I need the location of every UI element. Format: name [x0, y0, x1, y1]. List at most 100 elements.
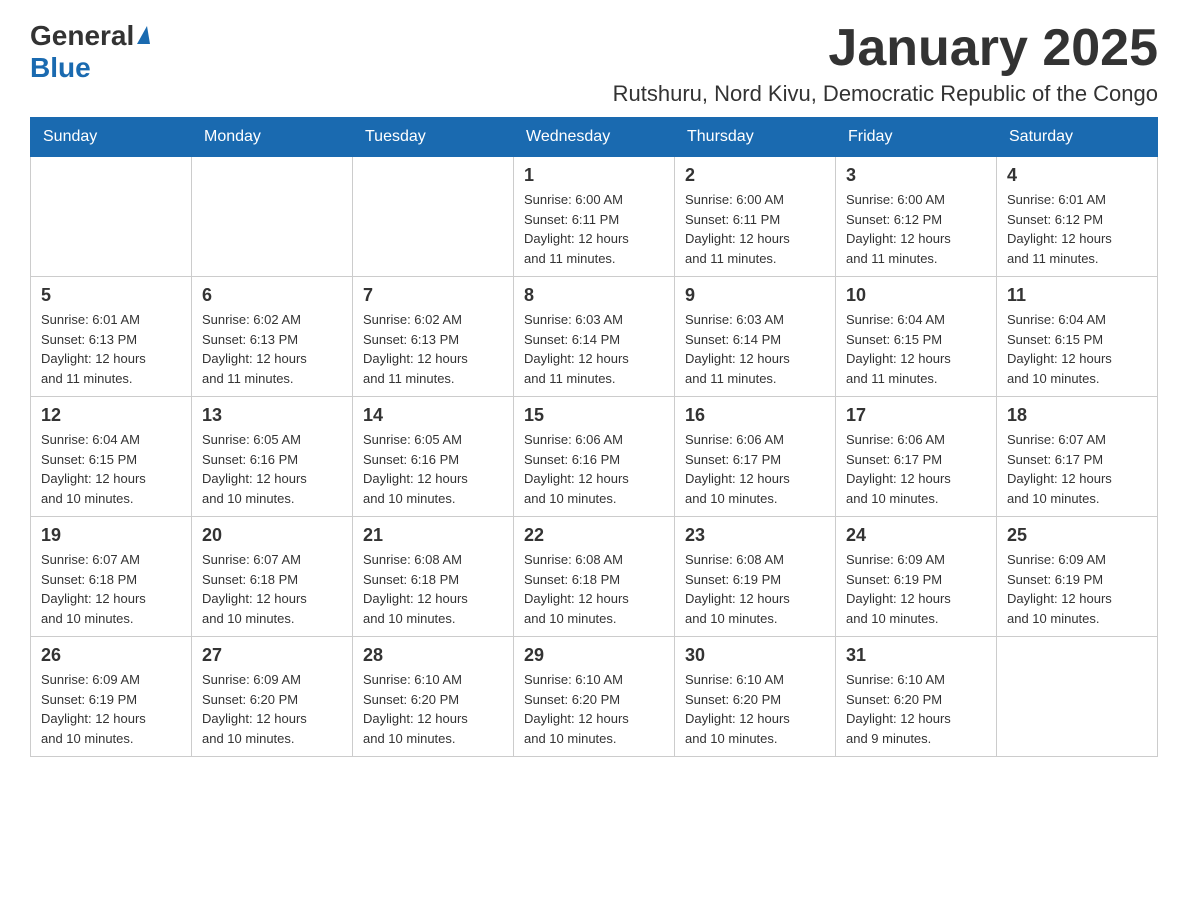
calendar-cell: [997, 637, 1158, 757]
day-info: Sunrise: 6:09 AM Sunset: 6:19 PM Dayligh…: [1007, 550, 1147, 628]
calendar-cell: 16 Sunrise: 6:06 AM Sunset: 6:17 PM Dayli…: [675, 397, 836, 517]
day-info: Sunrise: 6:08 AM Sunset: 6:19 PM Dayligh…: [685, 550, 825, 628]
calendar-cell: 29 Sunrise: 6:10 AM Sunset: 6:20 PM Dayli…: [514, 637, 675, 757]
day-number: 16: [685, 405, 825, 426]
calendar-cell: 20Sunrise: 6:07 AM Sunset: 6:18 PM Dayli…: [192, 517, 353, 637]
calendar-cell: 12 Sunrise: 6:04 AM Sunset: 6:15 PM Dayli…: [31, 397, 192, 517]
day-info: Sunrise: 6:00 AM Sunset: 6:11 PM Dayligh…: [524, 190, 664, 268]
day-number: 3: [846, 165, 986, 186]
day-info: Sunrise: 6:04 AM Sunset: 6:15 PM Dayligh…: [1007, 310, 1147, 388]
calendar-week-row: 12 Sunrise: 6:04 AM Sunset: 6:15 PM Dayli…: [31, 397, 1158, 517]
logo: General Blue: [30, 20, 150, 84]
calendar-cell: 3 Sunrise: 6:00 AM Sunset: 6:12 PM Daylig…: [836, 157, 997, 277]
weekday-header-saturday: Saturday: [997, 118, 1158, 157]
calendar-week-row: 26Sunrise: 6:09 AM Sunset: 6:19 PM Dayli…: [31, 637, 1158, 757]
day-info: Sunrise: 6:02 AM Sunset: 6:13 PM Dayligh…: [363, 310, 503, 388]
day-info: Sunrise: 6:09 AM Sunset: 6:19 PM Dayligh…: [41, 670, 181, 748]
calendar-cell: 15 Sunrise: 6:06 AM Sunset: 6:16 PM Dayli…: [514, 397, 675, 517]
day-number: 2: [685, 165, 825, 186]
day-number: 24: [846, 525, 986, 546]
day-number: 5: [41, 285, 181, 306]
calendar-cell: 24Sunrise: 6:09 AM Sunset: 6:19 PM Dayli…: [836, 517, 997, 637]
calendar-cell: 25Sunrise: 6:09 AM Sunset: 6:19 PM Dayli…: [997, 517, 1158, 637]
day-info: Sunrise: 6:05 AM Sunset: 6:16 PM Dayligh…: [363, 430, 503, 508]
day-info: Sunrise: 6:04 AM Sunset: 6:15 PM Dayligh…: [41, 430, 181, 508]
calendar-cell: 30 Sunrise: 6:10 AM Sunset: 6:20 PM Dayli…: [675, 637, 836, 757]
calendar-cell: 9 Sunrise: 6:03 AM Sunset: 6:14 PM Daylig…: [675, 277, 836, 397]
calendar-week-row: 1Sunrise: 6:00 AM Sunset: 6:11 PM Daylig…: [31, 157, 1158, 277]
calendar-cell: [353, 157, 514, 277]
calendar-cell: 1Sunrise: 6:00 AM Sunset: 6:11 PM Daylig…: [514, 157, 675, 277]
day-info: Sunrise: 6:00 AM Sunset: 6:12 PM Dayligh…: [846, 190, 986, 268]
logo-triangle-icon: [137, 26, 150, 44]
day-number: 6: [202, 285, 342, 306]
calendar-cell: [192, 157, 353, 277]
day-number: 18: [1007, 405, 1147, 426]
day-info: Sunrise: 6:06 AM Sunset: 6:17 PM Dayligh…: [846, 430, 986, 508]
logo-icon-container: [134, 26, 150, 46]
calendar-cell: 7 Sunrise: 6:02 AM Sunset: 6:13 PM Daylig…: [353, 277, 514, 397]
day-number: 27: [202, 645, 342, 666]
day-info: Sunrise: 6:10 AM Sunset: 6:20 PM Dayligh…: [524, 670, 664, 748]
day-info: Sunrise: 6:10 AM Sunset: 6:20 PM Dayligh…: [846, 670, 986, 748]
day-info: Sunrise: 6:05 AM Sunset: 6:16 PM Dayligh…: [202, 430, 342, 508]
day-info: Sunrise: 6:03 AM Sunset: 6:14 PM Dayligh…: [685, 310, 825, 388]
day-info: Sunrise: 6:02 AM Sunset: 6:13 PM Dayligh…: [202, 310, 342, 388]
calendar-cell: 2Sunrise: 6:00 AM Sunset: 6:11 PM Daylig…: [675, 157, 836, 277]
day-info: Sunrise: 6:09 AM Sunset: 6:20 PM Dayligh…: [202, 670, 342, 748]
day-number: 12: [41, 405, 181, 426]
day-number: 11: [1007, 285, 1147, 306]
day-number: 15: [524, 405, 664, 426]
calendar-table: SundayMondayTuesdayWednesdayThursdayFrid…: [30, 117, 1158, 757]
location-title: Rutshuru, Nord Kivu, Democratic Republic…: [613, 81, 1158, 107]
weekday-header-sunday: Sunday: [31, 118, 192, 157]
calendar-cell: 13 Sunrise: 6:05 AM Sunset: 6:16 PM Dayli…: [192, 397, 353, 517]
calendar-cell: 19Sunrise: 6:07 AM Sunset: 6:18 PM Dayli…: [31, 517, 192, 637]
day-info: Sunrise: 6:03 AM Sunset: 6:14 PM Dayligh…: [524, 310, 664, 388]
title-area: January 2025 Rutshuru, Nord Kivu, Democr…: [613, 20, 1158, 107]
day-number: 8: [524, 285, 664, 306]
day-number: 10: [846, 285, 986, 306]
calendar-cell: 28Sunrise: 6:10 AM Sunset: 6:20 PM Dayli…: [353, 637, 514, 757]
day-number: 22: [524, 525, 664, 546]
day-number: 14: [363, 405, 503, 426]
day-info: Sunrise: 6:06 AM Sunset: 6:17 PM Dayligh…: [685, 430, 825, 508]
calendar-cell: 5Sunrise: 6:01 AM Sunset: 6:13 PM Daylig…: [31, 277, 192, 397]
calendar-week-row: 5Sunrise: 6:01 AM Sunset: 6:13 PM Daylig…: [31, 277, 1158, 397]
calendar-cell: 10 Sunrise: 6:04 AM Sunset: 6:15 PM Dayli…: [836, 277, 997, 397]
day-number: 28: [363, 645, 503, 666]
calendar-cell: 31 Sunrise: 6:10 AM Sunset: 6:20 PM Dayli…: [836, 637, 997, 757]
calendar-cell: 18Sunrise: 6:07 AM Sunset: 6:17 PM Dayli…: [997, 397, 1158, 517]
day-info: Sunrise: 6:08 AM Sunset: 6:18 PM Dayligh…: [363, 550, 503, 628]
day-number: 13: [202, 405, 342, 426]
day-number: 23: [685, 525, 825, 546]
calendar-cell: 22Sunrise: 6:08 AM Sunset: 6:18 PM Dayli…: [514, 517, 675, 637]
calendar-cell: 23 Sunrise: 6:08 AM Sunset: 6:19 PM Dayli…: [675, 517, 836, 637]
month-title: January 2025: [613, 20, 1158, 77]
day-number: 4: [1007, 165, 1147, 186]
day-info: Sunrise: 6:07 AM Sunset: 6:18 PM Dayligh…: [202, 550, 342, 628]
day-number: 17: [846, 405, 986, 426]
day-number: 30: [685, 645, 825, 666]
page-header: General Blue January 2025 Rutshuru, Nord…: [30, 20, 1158, 107]
day-info: Sunrise: 6:04 AM Sunset: 6:15 PM Dayligh…: [846, 310, 986, 388]
logo-general-text: General: [30, 20, 134, 52]
day-number: 7: [363, 285, 503, 306]
day-number: 29: [524, 645, 664, 666]
calendar-cell: 27 Sunrise: 6:09 AM Sunset: 6:20 PM Dayli…: [192, 637, 353, 757]
calendar-cell: 11 Sunrise: 6:04 AM Sunset: 6:15 PM Dayli…: [997, 277, 1158, 397]
logo-blue-text: Blue: [30, 52, 91, 83]
weekday-header-tuesday: Tuesday: [353, 118, 514, 157]
calendar-cell: 14 Sunrise: 6:05 AM Sunset: 6:16 PM Dayli…: [353, 397, 514, 517]
day-number: 9: [685, 285, 825, 306]
day-info: Sunrise: 6:10 AM Sunset: 6:20 PM Dayligh…: [685, 670, 825, 748]
calendar-cell: 17 Sunrise: 6:06 AM Sunset: 6:17 PM Dayli…: [836, 397, 997, 517]
weekday-header-row: SundayMondayTuesdayWednesdayThursdayFrid…: [31, 118, 1158, 157]
calendar-cell: 6 Sunrise: 6:02 AM Sunset: 6:13 PM Daylig…: [192, 277, 353, 397]
weekday-header-thursday: Thursday: [675, 118, 836, 157]
calendar-cell: 21Sunrise: 6:08 AM Sunset: 6:18 PM Dayli…: [353, 517, 514, 637]
weekday-header-friday: Friday: [836, 118, 997, 157]
day-number: 31: [846, 645, 986, 666]
calendar-cell: [31, 157, 192, 277]
day-info: Sunrise: 6:06 AM Sunset: 6:16 PM Dayligh…: [524, 430, 664, 508]
